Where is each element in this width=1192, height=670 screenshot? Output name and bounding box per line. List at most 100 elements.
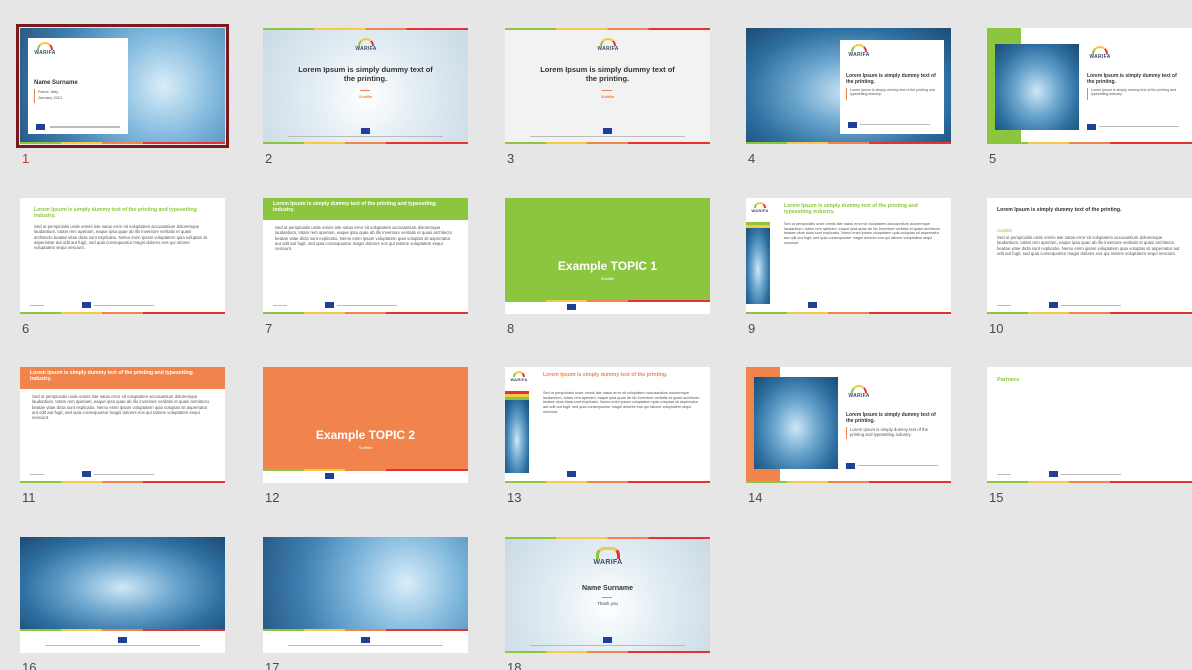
slide-preview: WARIFA Lorem Ipsum is simply dummy text … bbox=[505, 28, 710, 144]
slide-number: 5 bbox=[989, 151, 997, 166]
presenter-name: Name Surname bbox=[582, 585, 633, 592]
eu-flag-icon bbox=[1087, 124, 1096, 130]
slide-subtitle: Subtitle bbox=[358, 94, 373, 99]
slide-subtitle: Subtitle bbox=[997, 228, 1013, 233]
slide-title: Lorem Ipsum is simply dummy text of the … bbox=[298, 65, 433, 83]
slide-body: Lorem Ipsum is simply dummy text of the … bbox=[850, 427, 929, 438]
slide-thumbnail-10[interactable]: Lorem Ipsum is simply dummy text of the … bbox=[987, 198, 1192, 336]
slide-thumbnail-17[interactable]: 17 bbox=[263, 537, 468, 670]
slide-preview: Lorem Ipsum is simply dummy text of the … bbox=[987, 198, 1192, 314]
slide-thumbnail-2[interactable]: WARIFA Lorem Ipsum is simply dummy text … bbox=[263, 28, 468, 166]
slide-number: 3 bbox=[507, 151, 515, 166]
closing-text: Thank you bbox=[596, 601, 618, 606]
slide-title: Lorem Ipsum is simply dummy text of the … bbox=[273, 201, 436, 213]
slide-number: 2 bbox=[265, 151, 273, 166]
location-text: Rome, Italy bbox=[38, 89, 59, 94]
slide-title: Lorem Ipsum is simply dummy text of the … bbox=[846, 73, 936, 85]
slide-thumbnail-18[interactable]: WARIFA Name Surname Thank you 18 bbox=[505, 537, 710, 670]
slide-number: 9 bbox=[748, 321, 756, 336]
slide-body: Sed ut perspiciatis unde omnis iste natu… bbox=[997, 235, 1180, 257]
slide-thumbnail-7[interactable]: Lorem Ipsum is simply dummy text of the … bbox=[263, 198, 468, 336]
slide-preview: Lorem Ipsum is simply dummy text of the … bbox=[263, 198, 468, 314]
warifa-logo: WARIFA bbox=[846, 385, 872, 403]
slide-body: Sed ut perspiciatis unde omnis iste natu… bbox=[784, 222, 941, 245]
slide-preview: WARIFA Name Surname Rome, Italy January … bbox=[16, 24, 229, 148]
slide-preview: WARIFA Lorem Ipsum is simply dummy text … bbox=[987, 28, 1192, 144]
slide-number: 15 bbox=[989, 490, 1004, 505]
slide-preview: WARIFA Lorem Ipsum is simply dummy text … bbox=[263, 28, 468, 144]
slide-number: 7 bbox=[265, 321, 273, 336]
slide-thumbnail-4[interactable]: WARIFA Lorem Ipsum is simply dummy text … bbox=[746, 28, 951, 166]
slide-number: 17 bbox=[265, 660, 280, 670]
slide-thumbnail-11[interactable]: Lorem Ipsum is simply dummy text of the … bbox=[20, 367, 225, 505]
slide-thumbnail-16[interactable]: 16 bbox=[20, 537, 225, 670]
slide-number: 13 bbox=[507, 490, 522, 505]
warifa-logo: WARIFA bbox=[846, 44, 872, 62]
eu-flag-icon bbox=[325, 302, 334, 308]
slide-title: Lorem Ipsum is simply dummy text of the … bbox=[543, 372, 668, 378]
slide-title: Partners bbox=[997, 377, 1020, 383]
eu-flag-icon bbox=[82, 471, 91, 477]
eu-flag-icon bbox=[118, 637, 127, 643]
slide-sorter-grid: WARIFA Name Surname Rome, Italy January … bbox=[0, 0, 1192, 670]
warifa-logo: WARIFA bbox=[353, 38, 379, 56]
slide-number: 1 bbox=[22, 151, 30, 166]
eu-flag-icon bbox=[603, 128, 612, 134]
slide-thumbnail-1[interactable]: WARIFA Name Surname Rome, Italy January … bbox=[16, 24, 229, 166]
slide-preview: WARIFA Lorem Ipsum is simply dummy text … bbox=[505, 367, 710, 483]
slide-title: Lorem Ipsum is simply dummy text of the … bbox=[34, 207, 197, 219]
slide-subtitle: Subtitle bbox=[600, 94, 615, 99]
slide-number: 11 bbox=[22, 490, 36, 505]
section-subtitle: Subtitle bbox=[600, 276, 615, 281]
slide-thumbnail-8[interactable]: Example TOPIC 1 Subtitle 8 bbox=[505, 198, 710, 336]
slide-preview: WARIFA Lorem Ipsum is simply dummy text … bbox=[746, 367, 951, 483]
eu-flag-icon bbox=[603, 637, 612, 643]
eu-flag-icon bbox=[808, 302, 817, 308]
warifa-logo: WARIFA bbox=[1087, 46, 1113, 64]
slide-number: 12 bbox=[265, 490, 280, 505]
warifa-logo: WARIFA bbox=[509, 371, 529, 389]
slide-preview: Example TOPIC 2 Subtitle bbox=[263, 367, 468, 483]
slide-title: Lorem Ipsum is simply dummy text of the … bbox=[846, 412, 936, 424]
eu-flag-icon bbox=[1049, 302, 1058, 308]
slide-preview: WARIFA Name Surname Thank you bbox=[505, 537, 710, 653]
slide-thumbnail-9[interactable]: WARIFA Lorem Ipsum is simply dummy text … bbox=[746, 198, 951, 336]
eu-flag-icon bbox=[361, 128, 370, 134]
slide-thumbnail-13[interactable]: WARIFA Lorem Ipsum is simply dummy text … bbox=[505, 367, 710, 505]
slide-thumbnail-12[interactable]: Example TOPIC 2 Subtitle 12 bbox=[263, 367, 468, 505]
slide-thumbnail-15[interactable]: Partners 15 bbox=[987, 367, 1192, 505]
eu-flag-icon bbox=[848, 122, 857, 128]
slide-preview: Example TOPIC 1 Subtitle bbox=[505, 198, 710, 314]
eu-flag-icon bbox=[1049, 471, 1058, 477]
slide-body: Lorem Ipsum is simply dummy text of the … bbox=[1091, 88, 1177, 97]
slide-thumbnail-14[interactable]: WARIFA Lorem Ipsum is simply dummy text … bbox=[746, 367, 951, 505]
eu-flag-icon bbox=[361, 637, 370, 643]
slide-number: 14 bbox=[748, 490, 763, 505]
slide-title: Lorem Ipsum is simply dummy text of the … bbox=[30, 370, 193, 382]
slide-thumbnail-3[interactable]: WARIFA Lorem Ipsum is simply dummy text … bbox=[505, 28, 710, 166]
slide-body: Sed ut perspiciatis unde omnis iste natu… bbox=[32, 394, 209, 421]
slide-title: Lorem Ipsum is simply dummy text of the … bbox=[784, 203, 918, 215]
presenter-name: Name Surname bbox=[34, 80, 78, 86]
slide-preview: WARIFA Lorem Ipsum is simply dummy text … bbox=[746, 28, 951, 144]
slide-number: 8 bbox=[507, 321, 515, 336]
slide-number: 16 bbox=[22, 660, 37, 670]
slide-number: 18 bbox=[507, 660, 522, 670]
slide-number: 4 bbox=[748, 151, 756, 166]
slide-body: Sed ut perspiciatis unde omnis iste natu… bbox=[543, 391, 700, 414]
eu-flag-icon bbox=[567, 304, 576, 310]
date-text: January 2021 bbox=[38, 95, 63, 100]
warifa-logo: WARIFA bbox=[750, 202, 770, 220]
slide-thumbnail-5[interactable]: WARIFA Lorem Ipsum is simply dummy text … bbox=[987, 28, 1192, 166]
slide-body: Sed ut perspiciatis unde omnis iste natu… bbox=[275, 225, 452, 252]
slide-body: Sed ut perspiciatis unde omnis iste natu… bbox=[34, 224, 208, 251]
section-subtitle: Subtitle bbox=[358, 445, 373, 450]
eu-flag-icon bbox=[36, 124, 45, 130]
warifa-logo: WARIFA bbox=[595, 38, 621, 56]
eu-flag-icon bbox=[846, 463, 855, 469]
slide-thumbnail-6[interactable]: Lorem Ipsum is simply dummy text of the … bbox=[20, 198, 225, 336]
slide-body: Lorem Ipsum is simply dummy text of the … bbox=[850, 88, 936, 97]
slide-preview bbox=[263, 537, 468, 653]
eu-flag-icon bbox=[325, 473, 334, 479]
section-title: Example TOPIC 2 bbox=[315, 428, 416, 442]
